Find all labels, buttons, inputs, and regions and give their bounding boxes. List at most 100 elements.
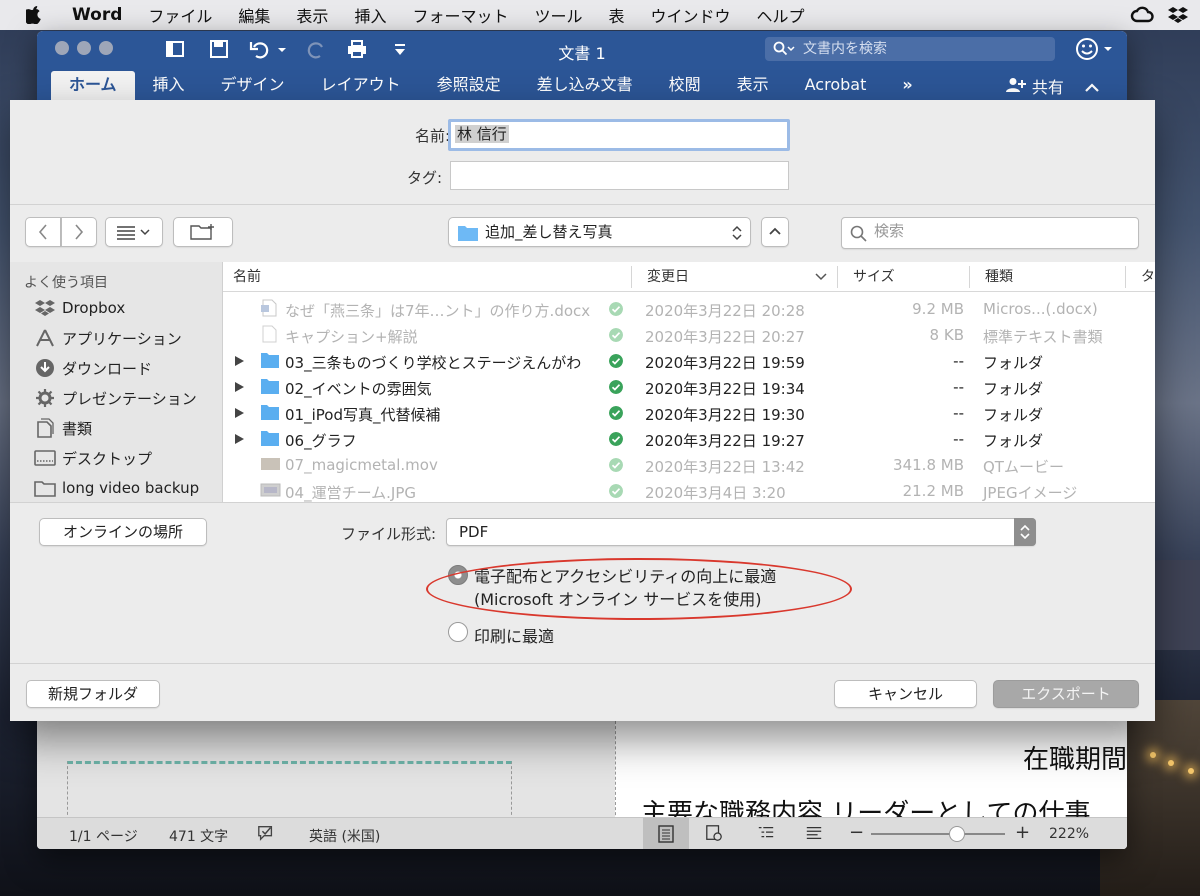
tab-mailings[interactable]: 差し込み文書	[519, 71, 651, 101]
column-separator	[969, 266, 970, 288]
document-search-input[interactable]: 文書内を検索	[765, 37, 1055, 61]
chevron-right-icon	[75, 224, 84, 240]
column-modified[interactable]: 変更日	[647, 262, 689, 292]
file-name: 04_運営チーム.JPG	[285, 484, 416, 502]
file-kind: フォルダ	[983, 432, 1044, 450]
column-size[interactable]: サイズ	[853, 262, 895, 292]
forward-button[interactable]	[61, 217, 97, 247]
more-tabs-button[interactable]: »	[884, 71, 930, 101]
sidebar-item-dropbox[interactable]: Dropbox	[34, 296, 125, 320]
dropbox-menubar-icon[interactable]	[1168, 6, 1188, 24]
page-count[interactable]: 1/1 ページ	[69, 826, 138, 846]
chevron-up-icon	[769, 227, 781, 235]
menu-edit[interactable]: 編集	[238, 3, 270, 27]
word-count[interactable]: 471 文字	[169, 826, 228, 846]
file-row[interactable]: キャプション+解説 2020年3月22日 20:27 8 KB 標準テキスト書類	[223, 322, 1155, 348]
sync-check-icon	[609, 302, 623, 316]
file-format-popup[interactable]: PDF	[446, 518, 1036, 546]
outline-view-icon[interactable]	[757, 824, 775, 842]
title-bar: 文書 1 文書内を検索 ホーム 挿入 デザイン レイアウト 参照設定 差し込み文…	[37, 31, 1127, 101]
share-button[interactable]: 共有	[1005, 74, 1101, 98]
location-popup[interactable]: 追加_差し替え写真	[448, 217, 751, 247]
divider	[10, 502, 1155, 503]
sidebar-item-documents[interactable]: 書類	[34, 416, 92, 440]
name-field[interactable]: 林 信行	[448, 119, 790, 151]
radio-best-for-printing[interactable]	[448, 622, 468, 642]
new-folder-toolbar-button[interactable]	[173, 217, 233, 247]
smiley-feedback-icon[interactable]	[1075, 37, 1115, 61]
file-date: 2020年3月22日 13:42	[645, 458, 805, 476]
annotation-red-ellipse	[426, 558, 852, 620]
tab-design[interactable]: デザイン	[203, 71, 303, 101]
proofing-icon[interactable]	[257, 824, 275, 842]
zoom-slider-track[interactable]	[871, 833, 1005, 835]
online-locations-button[interactable]: オンラインの場所	[39, 518, 207, 546]
tab-references[interactable]: 参照設定	[419, 71, 519, 101]
menu-view[interactable]: 表示	[296, 3, 328, 27]
tab-home[interactable]: ホーム	[51, 71, 135, 101]
apple-icon[interactable]	[26, 6, 42, 24]
zoom-level[interactable]: 222%	[1049, 826, 1089, 842]
new-folder-button[interactable]: 新規フォルダ	[26, 680, 160, 708]
tab-acrobat[interactable]: Acrobat	[787, 71, 885, 101]
creative-cloud-icon[interactable]	[1130, 6, 1156, 24]
menu-tools[interactable]: ツール	[534, 3, 582, 27]
tab-view[interactable]: 表示	[719, 71, 787, 101]
file-row[interactable]: 04_運営チーム.JPG 2020年3月4日 3:20 21.2 MB JPEGイメー…	[223, 478, 1155, 502]
file-date: 2020年3月22日 19:34	[645, 380, 805, 398]
menu-format[interactable]: フォーマット	[412, 3, 508, 27]
view-mode-button[interactable]	[105, 217, 163, 247]
menu-window[interactable]: ウインドウ	[651, 3, 731, 27]
sort-descending-icon[interactable]	[815, 273, 827, 281]
menu-app-name[interactable]: Word	[72, 5, 122, 25]
menu-bar: Word ファイル 編集 表示 挿入 フォーマット ツール 表 ウインドウ ヘル…	[0, 0, 1200, 30]
folder-row[interactable]: 03_三条ものづくり学校とステージえんがわ 2020年3月22日 19:59 -- フ…	[223, 348, 1155, 374]
file-row[interactable]: なぜ「燕三条」は7年…ント」の作り方.docx 2020年3月22日 20:28 9…	[223, 296, 1155, 322]
sync-check-icon	[609, 380, 623, 394]
menu-file[interactable]: ファイル	[148, 3, 212, 27]
tags-field[interactable]	[450, 161, 789, 190]
sidebar-item-desktop[interactable]: デスクトップ	[34, 446, 152, 470]
sidebar-item-presentations[interactable]: プレゼンテーション	[34, 386, 197, 410]
file-size: --	[953, 352, 964, 370]
zoom-out-button[interactable]: −	[849, 822, 864, 843]
column-name[interactable]: 名前	[233, 262, 261, 292]
folder-row[interactable]: 01_iPod写真_代替候補 2020年3月22日 19:30 -- フォルダ	[223, 400, 1155, 426]
web-layout-icon[interactable]	[705, 824, 723, 842]
back-button[interactable]	[25, 217, 61, 247]
file-list: 名前 変更日 サイズ 種類 タ なぜ「燕三条」は7年…ント」の作り方.docx 2…	[222, 262, 1155, 502]
draft-view-icon[interactable]	[805, 824, 823, 842]
file-size: --	[953, 378, 964, 396]
language-status[interactable]: 英語 (米国)	[309, 826, 380, 846]
menu-help[interactable]: ヘルプ	[757, 3, 805, 27]
sidebar-item-downloads[interactable]: ダウンロード	[34, 356, 152, 380]
disclosure-triangle-icon[interactable]	[235, 408, 244, 418]
file-search-input[interactable]: 検索	[841, 217, 1139, 249]
export-button[interactable]: エクスポート	[993, 680, 1139, 708]
zoom-slider-thumb[interactable]	[949, 826, 965, 842]
desktop-icon	[34, 450, 56, 466]
folder-row[interactable]: 02_イベントの雰囲気 2020年3月22日 19:34 -- フォルダ	[223, 374, 1155, 400]
column-kind[interactable]: 種類	[985, 262, 1013, 292]
zoom-in-button[interactable]: +	[1015, 822, 1030, 843]
sidebar-item-applications[interactable]: アプリケーション	[34, 326, 182, 350]
disclosure-triangle-icon[interactable]	[235, 434, 244, 444]
print-layout-view-button[interactable]	[643, 818, 689, 849]
sidebar-item-long-video-backup[interactable]: long video backup	[34, 476, 199, 500]
tab-insert[interactable]: 挿入	[135, 71, 203, 101]
disclosure-triangle-icon[interactable]	[235, 356, 244, 366]
disclosure-triangle-icon[interactable]	[235, 382, 244, 392]
collapse-ribbon-icon[interactable]	[1083, 81, 1101, 93]
menu-table[interactable]: 表	[608, 3, 624, 27]
option-printing-label[interactable]: 印刷に最適	[474, 623, 554, 647]
menu-insert[interactable]: 挿入	[354, 3, 386, 27]
popup-arrows-icon	[732, 225, 742, 241]
cancel-button[interactable]: キャンセル	[834, 680, 977, 708]
tab-review[interactable]: 校閲	[651, 71, 719, 101]
tab-layout[interactable]: レイアウト	[303, 71, 419, 101]
file-row[interactable]: 07_magicmetal.mov 2020年3月22日 13:42 341.8 M…	[223, 452, 1155, 478]
folder-row[interactable]: 06_グラフ 2020年3月22日 19:27 -- フォルダ	[223, 426, 1155, 452]
collapse-browser-button[interactable]	[761, 217, 789, 247]
column-tags[interactable]: タ	[1141, 262, 1155, 292]
document-text-tenure[interactable]: 在職期間	[1023, 739, 1127, 776]
